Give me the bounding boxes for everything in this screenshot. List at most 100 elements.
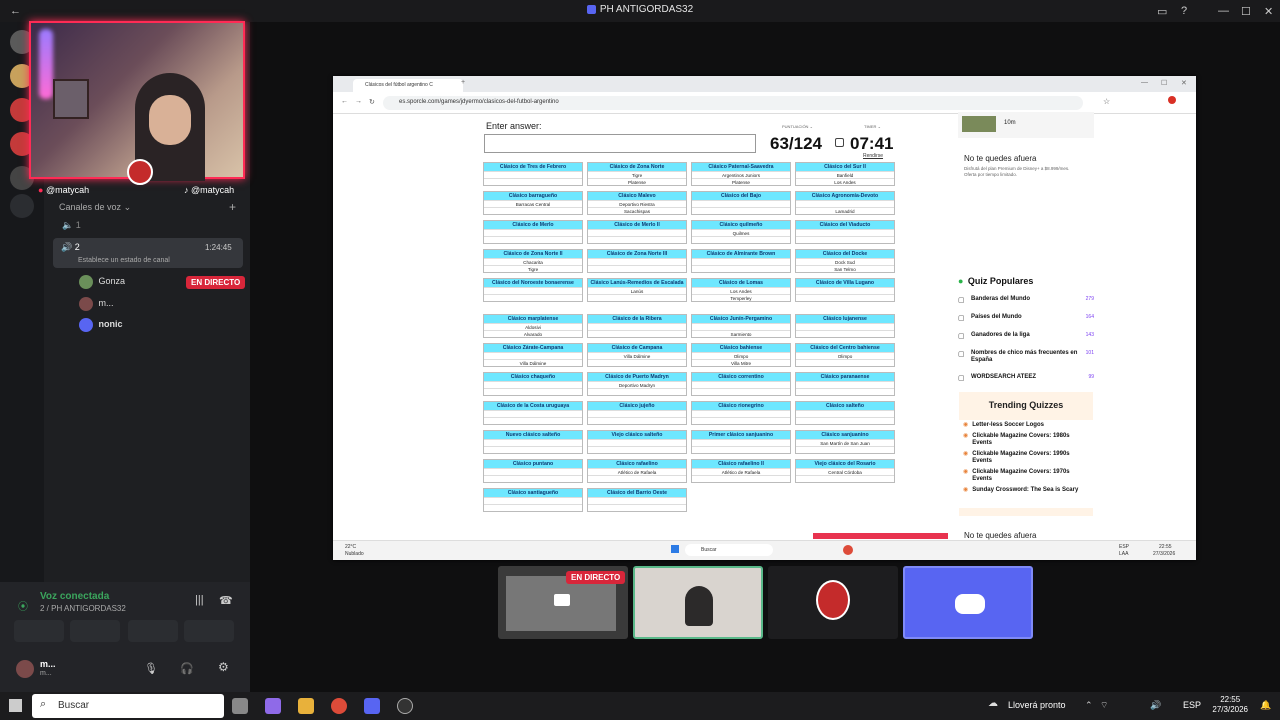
close-icon[interactable]: ✕ xyxy=(1264,5,1273,18)
member-nonic[interactable]: nonic xyxy=(79,318,123,332)
back-icon[interactable]: ← xyxy=(341,98,348,105)
quiz-cell-answer xyxy=(796,417,894,424)
answer-input[interactable] xyxy=(484,134,756,153)
disconnect-icon[interactable]: ☎ xyxy=(219,594,233,607)
quiz-cell-title: Clásico correntino xyxy=(692,373,790,381)
new-tab-icon[interactable]: + xyxy=(461,79,465,86)
minimize-icon[interactable]: — xyxy=(1218,5,1229,17)
microphone-icon[interactable]: 🎙 xyxy=(144,662,158,675)
chrome-icon[interactable] xyxy=(331,698,347,714)
file-explorer-icon[interactable] xyxy=(298,698,314,714)
quiz-cell-answer: Chacarita xyxy=(484,258,582,265)
tray-chevron-icon[interactable]: ⌃ xyxy=(1085,700,1093,711)
member-gonza[interactable]: Gonza xyxy=(79,275,125,289)
stream-thumbnail-screen[interactable]: EN DIRECTO xyxy=(498,566,628,639)
activities-button[interactable] xyxy=(128,620,178,642)
chrome-icon[interactable] xyxy=(843,545,853,555)
quiz-cell-answer: Villa Dálmine xyxy=(588,352,686,359)
bookmark-icon[interactable]: ☆ xyxy=(1103,97,1110,106)
discord-icon[interactable] xyxy=(364,698,380,714)
trending-item[interactable]: ◉ Clickable Magazine Covers: 1980s Events xyxy=(963,433,1089,447)
minimize-icon[interactable]: — xyxy=(1141,79,1148,86)
reload-icon[interactable]: ↻ xyxy=(369,98,375,106)
voice-section-header[interactable]: Canales de voz ⌄ xyxy=(59,202,131,213)
camera-button[interactable] xyxy=(14,620,64,642)
quiz-cell: Clásico del Bajo xyxy=(691,191,791,215)
screen-share-button[interactable] xyxy=(70,620,120,642)
taskbar-search[interactable]: ⌕ Buscar xyxy=(32,694,224,718)
maximize-icon[interactable]: ☐ xyxy=(1241,5,1251,18)
footer-ad[interactable]: No te quedes afuera xyxy=(964,531,1037,540)
inner-weather: 22°C xyxy=(345,544,357,550)
trending-item[interactable]: ◉ Clickable Magazine Covers: 1970s Events xyxy=(963,469,1089,483)
stream-thumbnail-user[interactable] xyxy=(768,566,898,639)
quiz-cell-answer xyxy=(588,236,686,243)
ad-card[interactable]: 10m xyxy=(958,112,1094,138)
quiz-cell: Clásico lujanense xyxy=(795,314,895,338)
popular-item[interactable]: ▢ WORDSEARCH ATEEZ 99 xyxy=(958,374,1094,386)
member-m[interactable]: m... xyxy=(79,297,114,311)
trending-item[interactable]: ◉ Letter-less Soccer Logos xyxy=(963,422,1089,429)
volume-icon[interactable]: 🔊 xyxy=(1150,700,1161,711)
quiz-cell: Clásico de Merlo xyxy=(483,220,583,244)
quiz-cell-answer xyxy=(796,323,894,330)
quiz-cell-title: Clásico del Noroeste bonaerense xyxy=(484,279,582,287)
profile-avatar[interactable] xyxy=(1168,96,1176,104)
channel-timer: 1:24:45 xyxy=(205,243,232,252)
ad-title[interactable]: No te quedes afuera xyxy=(964,154,1037,163)
popular-item[interactable]: ▢ Países del Mundo 164 xyxy=(958,314,1094,326)
headphones-icon[interactable]: 🎧 xyxy=(180,662,194,675)
quiz-cell-answer: Los Andes xyxy=(796,178,894,185)
weather-text[interactable]: Lloverá pronto xyxy=(1008,700,1066,710)
quiz-cell: Clásico Lanús-Remedios de Escalada Lanús xyxy=(587,278,687,302)
copilot-icon[interactable] xyxy=(265,698,281,714)
popular-item[interactable]: ▢ Nombres de chico más frecuentes en Espa… xyxy=(958,350,1094,368)
pause-icon[interactable] xyxy=(835,138,844,147)
quiz-cell-title: Clásico rafaelino II xyxy=(692,460,790,468)
close-icon[interactable]: ✕ xyxy=(1181,79,1187,87)
settings-icon[interactable]: ⚙ xyxy=(218,660,229,674)
user-avatar[interactable] xyxy=(16,660,34,678)
help-icon[interactable]: ? xyxy=(1181,5,1187,17)
popular-item[interactable]: ▢ Banderas del Mundo 279 xyxy=(958,296,1094,308)
task-view-icon[interactable] xyxy=(232,698,248,714)
trending-item[interactable]: ◉ Clickable Magazine Covers: 1990s Events xyxy=(963,451,1089,465)
forward-icon[interactable]: → xyxy=(355,98,362,105)
user-status: m... xyxy=(40,670,52,677)
taskbar-clock[interactable]: 22:55 27/3/2026 xyxy=(1212,695,1248,715)
start-icon[interactable] xyxy=(9,699,22,712)
notifications-icon[interactable]: 🔔 xyxy=(1260,700,1271,711)
noise-icon[interactable]: ||| xyxy=(195,594,204,606)
voice-channel-1[interactable]: 🔈 1 xyxy=(62,220,81,231)
language-indicator[interactable]: ESP xyxy=(1183,700,1201,710)
tab-sporcle[interactable]: Clásicos del fútbol argentino C xyxy=(353,79,463,92)
quiz-cell-answer xyxy=(484,446,582,453)
voice-channel-2[interactable]: 🔊 2 1:24:45 Establece un estado de canal xyxy=(53,238,243,268)
inner-time: 22:55 xyxy=(1159,544,1172,550)
soundboard-button[interactable] xyxy=(184,620,234,642)
maximize-icon[interactable]: ☐ xyxy=(1161,79,1167,87)
quiz-cell-answer: Tigre xyxy=(484,265,582,272)
channel-status[interactable]: Establece un estado de canal xyxy=(78,257,170,264)
windows-icon[interactable] xyxy=(671,545,679,553)
vc-channel[interactable]: 2 / PH ANTIGORDAS32 xyxy=(40,604,126,613)
quiz-cell-answer xyxy=(588,323,686,330)
inner-search[interactable]: Buscar xyxy=(685,544,773,556)
inbox-icon[interactable]: ▭ xyxy=(1157,5,1167,18)
popular-item[interactable]: ▢ Ganadores de la liga 143 xyxy=(958,332,1094,344)
quiz-cell-answer xyxy=(588,359,686,366)
red-banner[interactable] xyxy=(813,533,948,539)
url-field[interactable]: es.sporcle.com/games/jdyermo/clasicos-de… xyxy=(383,96,1083,110)
network-icon[interactable]: ⌔ xyxy=(1100,700,1108,711)
obs-icon[interactable] xyxy=(397,698,413,714)
stream-thumbnail-discord[interactable] xyxy=(903,566,1033,639)
stream-thumbnail-camera[interactable] xyxy=(633,566,763,639)
trending-item[interactable]: ◉ Sunday Crossword: The Sea is Scary xyxy=(963,487,1089,494)
quiz-cell-title: Clásico del Sur II xyxy=(796,163,894,171)
give-up-link[interactable]: Rendirse xyxy=(863,153,883,159)
quiz-cell: Clásico santiagueño xyxy=(483,488,583,512)
discover-icon[interactable] xyxy=(10,194,34,218)
voice-channel-2-label: 🔊 2 xyxy=(61,242,80,252)
add-channel-icon[interactable]: + xyxy=(229,200,236,214)
trending-item-name: Clickable Magazine Covers: 1980s Events xyxy=(972,433,1070,446)
